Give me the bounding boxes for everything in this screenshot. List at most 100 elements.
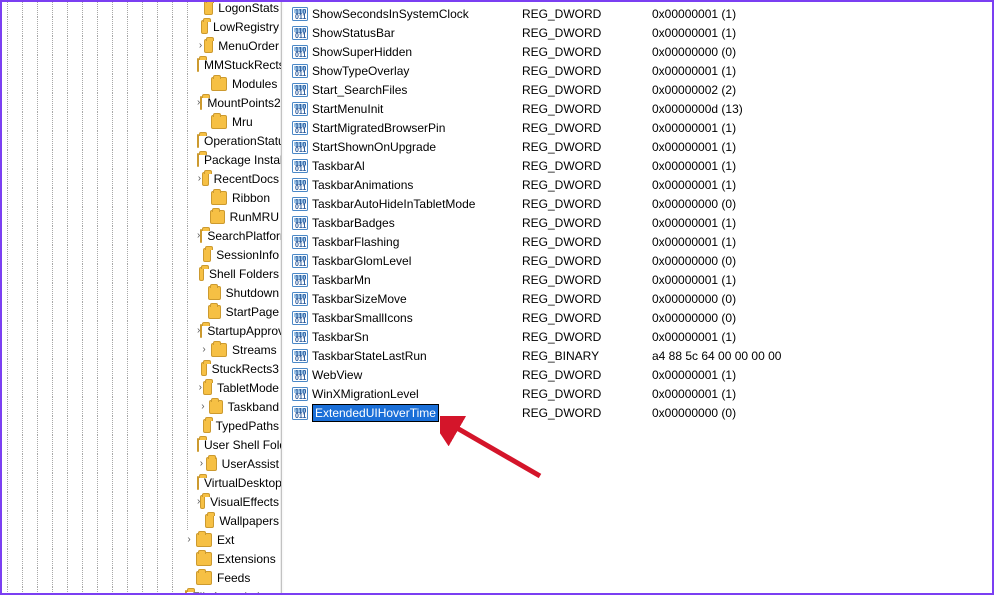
value-row[interactable]: 011 110 WebViewREG_DWORD0x00000001 (1)	[282, 365, 992, 384]
value-name: TaskbarSmallIcons	[312, 311, 413, 325]
value-type: REG_DWORD	[522, 330, 601, 344]
tree-item-stuckrects3[interactable]: StuckRects3	[2, 359, 281, 378]
tree-item-wallpapers[interactable]: Wallpapers	[2, 511, 281, 530]
svg-text:110: 110	[295, 142, 306, 149]
value-row[interactable]: 011 110 TaskbarAnimationsREG_DWORD0x0000…	[282, 175, 992, 194]
value-row[interactable]: 011 110 TaskbarGlomLevelREG_DWORD0x00000…	[282, 251, 992, 270]
value-row[interactable]: 011 110 TaskbarSnREG_DWORD0x00000001 (1)	[282, 327, 992, 346]
folder-icon	[202, 172, 209, 186]
tree-item-user-shell-folders[interactable]: User Shell Folders	[2, 435, 281, 454]
value-row[interactable]: 011 110 ShowSuperHiddenREG_DWORD0x000000…	[282, 42, 992, 61]
tree-item-mru[interactable]: Mru	[2, 112, 281, 131]
tree-item-feeds[interactable]: Feeds	[2, 568, 281, 587]
tree-item-startpage[interactable]: StartPage	[2, 302, 281, 321]
value-row[interactable]: 011 110 TaskbarMnREG_DWORD0x00000001 (1)	[282, 270, 992, 289]
tree-item-fileassociations[interactable]: ›FileAssociations	[2, 587, 281, 593]
binary-value-icon: 011 110	[292, 63, 308, 79]
folder-icon	[203, 381, 211, 395]
tree-item-startupapproved[interactable]: ›StartupApproved	[2, 321, 281, 340]
tree-item-recentdocs[interactable]: ›RecentDocs	[2, 169, 281, 188]
tree-pane[interactable]: LogonStats LowRegistry›MenuOrder MMStuck…	[2, 2, 282, 593]
value-row[interactable]: 011 110 TaskbarAutoHideInTabletModeREG_D…	[282, 194, 992, 213]
folder-icon	[211, 191, 227, 205]
tree-item-operationstatusman[interactable]: OperationStatusMan	[2, 131, 281, 150]
tree-item-taskband[interactable]: ›Taskband	[2, 397, 281, 416]
tree-item-shutdown[interactable]: Shutdown	[2, 283, 281, 302]
tree-item-extensions[interactable]: Extensions	[2, 549, 281, 568]
tree-item-ext[interactable]: › Ext	[2, 530, 281, 549]
value-data: 0x00000001 (1)	[652, 273, 736, 287]
expand-chevron-icon[interactable]: ›	[197, 458, 206, 469]
tree-item-mmstuckrects3[interactable]: MMStuckRects3	[2, 55, 281, 74]
value-row[interactable]: 011 110 TaskbarFlashingREG_DWORD0x000000…	[282, 232, 992, 251]
tree-item-label: StuckRects3	[210, 361, 281, 377]
tree-item-tabletmode[interactable]: ›TabletMode	[2, 378, 281, 397]
value-row[interactable]: 011 110 Start_SearchFilesREG_DWORD0x0000…	[282, 80, 992, 99]
tree-item-visualeffects[interactable]: ›VisualEffects	[2, 492, 281, 511]
folder-icon	[205, 514, 215, 528]
svg-text:110: 110	[295, 66, 306, 73]
tree-item-runmru[interactable]: RunMRU	[2, 207, 281, 226]
value-row[interactable]: 011 110 StartShownOnUpgradeREG_DWORD0x00…	[282, 137, 992, 156]
value-row[interactable]: 011 110 TaskbarSmallIconsREG_DWORD0x0000…	[282, 308, 992, 327]
value-type: REG_DWORD	[522, 292, 601, 306]
tree-item-lowregistry[interactable]: LowRegistry	[2, 17, 281, 36]
value-name: WebView	[312, 368, 362, 382]
svg-text:110: 110	[295, 218, 306, 225]
binary-value-icon: 011 110	[292, 348, 308, 364]
expand-chevron-icon[interactable]: ›	[197, 40, 204, 51]
folder-icon	[208, 305, 221, 319]
value-type: REG_DWORD	[522, 102, 601, 116]
value-row[interactable]: 011 110 TaskbarStateLastRunREG_BINARYa4 …	[282, 346, 992, 365]
value-name: StartMenuInit	[312, 102, 383, 116]
value-type: REG_DWORD	[522, 273, 601, 287]
binary-value-icon: 011 110	[292, 139, 308, 155]
tree-item-sessioninfo[interactable]: SessionInfo	[2, 245, 281, 264]
folder-icon	[200, 229, 202, 243]
value-row[interactable]: 011 110 ShowStatusBarREG_DWORD0x00000001…	[282, 23, 992, 42]
value-row[interactable]: 011 110 TaskbarSizeMoveREG_DWORD0x000000…	[282, 289, 992, 308]
tree-item-label: VisualEffects	[208, 494, 281, 510]
tree-item-ribbon[interactable]: Ribbon	[2, 188, 281, 207]
value-row[interactable]: 011 110 StartMigratedBrowserPinREG_DWORD…	[282, 118, 992, 137]
tree-item-package-installation[interactable]: Package Installation	[2, 150, 281, 169]
binary-value-icon: 011 110	[292, 44, 308, 60]
value-row[interactable]: 011 110 ExtendedUIHoverTimeREG_DWORD0x00…	[282, 403, 992, 422]
folder-icon	[185, 590, 187, 594]
value-data: 0x00000001 (1)	[652, 216, 736, 230]
tree-item-logonstats[interactable]: LogonStats	[2, 2, 281, 17]
value-name[interactable]: ExtendedUIHoverTime	[312, 404, 439, 422]
tree-item-shell-folders[interactable]: Shell Folders	[2, 264, 281, 283]
tree-item-label: VirtualDesktops	[202, 475, 282, 491]
value-name: TaskbarBadges	[312, 216, 395, 230]
tree-item-modules[interactable]: Modules	[2, 74, 281, 93]
tree-item-mountpoints2[interactable]: ›MountPoints2	[2, 93, 281, 112]
value-row[interactable]: 011 110 WinXMigrationLevelREG_DWORD0x000…	[282, 384, 992, 403]
expand-chevron-icon[interactable]: ›	[197, 401, 209, 412]
value-row[interactable]: 011 110 ShowTypeOverlayREG_DWORD0x000000…	[282, 61, 992, 80]
value-name: TaskbarAutoHideInTabletMode	[312, 197, 475, 211]
tree-item-virtualdesktops[interactable]: VirtualDesktops	[2, 473, 281, 492]
tree-item-label: Ext	[215, 532, 236, 548]
value-row[interactable]: 011 110 TaskbarBadgesREG_DWORD0x00000001…	[282, 213, 992, 232]
value-data: 0x00000000 (0)	[652, 311, 736, 325]
value-data: 0x00000001 (1)	[652, 121, 736, 135]
expand-chevron-icon[interactable]: ›	[182, 534, 196, 545]
value-row[interactable]: 011 110 ShowSecondsInSystemClockREG_DWOR…	[282, 4, 992, 23]
binary-value-icon: 011 110	[292, 120, 308, 136]
value-type: REG_DWORD	[522, 406, 601, 420]
expand-chevron-icon[interactable]: ›	[197, 344, 211, 355]
tree-item-typedpaths[interactable]: TypedPaths	[2, 416, 281, 435]
value-name: TaskbarFlashing	[312, 235, 399, 249]
value-type: REG_DWORD	[522, 159, 601, 173]
values-pane[interactable]: 011 110 ShowSecondsInSystemClockREG_DWOR…	[282, 2, 992, 593]
tree-item-userassist[interactable]: ›UserAssist	[2, 454, 281, 473]
tree-item-menuorder[interactable]: ›MenuOrder	[2, 36, 281, 55]
binary-value-icon: 011 110	[292, 158, 308, 174]
value-row[interactable]: 011 110 StartMenuInitREG_DWORD0x0000000d…	[282, 99, 992, 118]
tree-item-searchplatform[interactable]: ›SearchPlatform	[2, 226, 281, 245]
tree-item-streams[interactable]: ›Streams	[2, 340, 281, 359]
value-name: TaskbarSizeMove	[312, 292, 407, 306]
value-row[interactable]: 011 110 TaskbarAlREG_DWORD0x00000001 (1)	[282, 156, 992, 175]
value-type: REG_DWORD	[522, 254, 601, 268]
